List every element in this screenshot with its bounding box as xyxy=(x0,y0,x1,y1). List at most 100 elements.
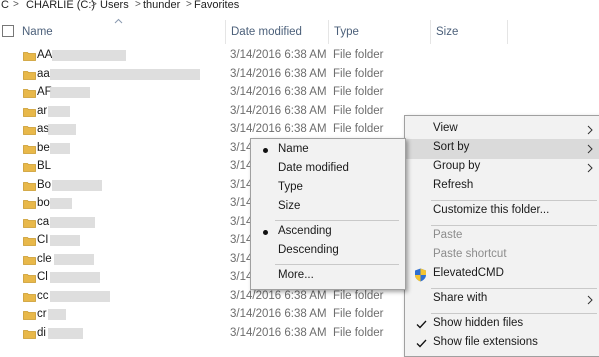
file-date: 3/14/2016 6:38 AM xyxy=(230,49,327,61)
column-header-size[interactable]: Size xyxy=(436,26,458,38)
file-type: File folder xyxy=(333,104,384,117)
menu-separator xyxy=(431,288,597,289)
sort-option-descending[interactable]: Descending xyxy=(251,242,405,262)
menu-item-label: Show hidden files xyxy=(433,317,524,329)
folder-icon xyxy=(23,311,36,320)
sort-option-date-modified[interactable]: Date modified xyxy=(251,160,405,180)
sort-option-size[interactable]: Size xyxy=(251,198,405,218)
breadcrumb-item-drive[interactable]: CHARLIE (C:) xyxy=(26,0,95,11)
file-type: File folder xyxy=(333,326,384,339)
redacted-name-blur xyxy=(50,216,95,228)
menu-item-label: Show file extensions xyxy=(433,336,538,348)
menu-item-view[interactable]: View xyxy=(405,120,599,140)
redacted-name-blur xyxy=(50,235,80,246)
menu-item-group-by[interactable]: Group by xyxy=(405,158,599,178)
folder-icon xyxy=(23,52,36,61)
chevron-right-icon[interactable]: > xyxy=(13,0,19,10)
folder-icon xyxy=(23,163,36,172)
sort-option-type[interactable]: Type xyxy=(251,179,405,199)
chevron-right-icon[interactable]: > xyxy=(91,0,97,10)
folder-icon xyxy=(23,107,36,117)
menu-item-refresh[interactable]: Refresh xyxy=(405,177,599,197)
breadcrumb-item-thunder[interactable]: thunder xyxy=(143,0,180,11)
menu-item-show-file-extensions[interactable]: Show file extensions xyxy=(405,334,599,354)
file-date: 3/14/2016 6:38 AM xyxy=(230,308,327,320)
menu-item-label: Sort by xyxy=(433,141,470,153)
menu-item-customize-folder[interactable]: Customize this folder... xyxy=(405,202,599,222)
menu-item-show-hidden-files[interactable]: Show hidden files xyxy=(405,315,599,335)
menu-item-label: Ascending xyxy=(278,225,332,237)
file-name: ar xyxy=(37,104,48,117)
column-header-name[interactable]: Name xyxy=(22,26,53,38)
menu-separator xyxy=(431,313,597,314)
chevron-right-icon xyxy=(587,295,593,305)
menu-item-label: Descending xyxy=(278,244,339,256)
sort-ascending-icon xyxy=(114,18,123,24)
redacted-name-blur xyxy=(48,124,76,135)
redacted-name-blur xyxy=(50,272,100,283)
redacted-name-blur xyxy=(48,327,83,339)
chevron-right-icon[interactable]: > xyxy=(135,0,141,10)
table-row[interactable]: aa 3/14/2016 6:38 AM File folder xyxy=(0,66,599,85)
file-name: Cl xyxy=(37,271,48,283)
sort-by-submenu: Name Date modified Type Size Ascending D… xyxy=(250,138,406,290)
menu-item-label: Type xyxy=(278,181,303,193)
column-header-date-modified[interactable]: Date modified xyxy=(231,26,302,38)
redacted-name-blur xyxy=(50,142,70,154)
redacted-name-blur xyxy=(50,87,90,98)
menu-item-share-with[interactable]: Share with xyxy=(405,290,599,310)
file-date: 3/14/2016 6:38 AM xyxy=(230,86,327,98)
file-name: cle xyxy=(37,252,52,265)
redacted-name-blur xyxy=(50,68,200,80)
column-divider[interactable] xyxy=(225,20,226,44)
column-divider[interactable] xyxy=(328,20,329,44)
folder-icon xyxy=(23,126,36,135)
column-divider[interactable] xyxy=(430,20,431,44)
file-name: cc xyxy=(37,289,49,302)
menu-item-label: View xyxy=(433,122,458,134)
chevron-right-icon xyxy=(587,125,593,135)
file-name: di xyxy=(37,326,46,339)
breadcrumb-item-favorites[interactable]: Favorites xyxy=(194,0,239,11)
column-header-type[interactable]: Type xyxy=(334,26,359,38)
menu-item-sort-by[interactable]: Sort by xyxy=(405,139,599,159)
menu-item-label: Size xyxy=(278,200,301,212)
radio-bullet-icon xyxy=(263,230,268,235)
radio-bullet-icon xyxy=(263,148,268,153)
breadcrumb-item-users[interactable]: Users xyxy=(100,0,129,11)
menu-item-label: Customize this folder... xyxy=(433,204,550,216)
folder-icon xyxy=(23,274,36,283)
sort-option-more[interactable]: More... xyxy=(251,267,405,287)
menu-item-label: Refresh xyxy=(433,179,474,191)
file-type: File folder xyxy=(333,49,384,61)
file-name: be xyxy=(37,141,50,154)
folder-icon xyxy=(23,89,36,98)
menu-separator xyxy=(431,225,597,226)
table-row[interactable]: AA 3/14/2016 6:38 AM File folder xyxy=(0,47,599,66)
file-name: cr xyxy=(37,308,47,320)
table-row[interactable]: AF 3/14/2016 6:38 AM File folder xyxy=(0,84,599,103)
checkmark-icon xyxy=(416,320,427,329)
file-type: File folder xyxy=(333,289,384,302)
menu-item-elevated-cmd[interactable]: ElevatedCMD xyxy=(405,265,599,285)
select-all-checkbox[interactable] xyxy=(2,25,14,37)
file-name: BL xyxy=(37,160,52,172)
file-date: 3/14/2016 6:38 AM xyxy=(230,326,327,339)
context-menu: View Sort by Group by Refresh Customize … xyxy=(404,115,599,357)
breadcrumb-item-c[interactable]: C xyxy=(1,0,9,11)
file-type: File folder xyxy=(333,308,384,320)
chevron-right-icon[interactable]: > xyxy=(186,0,192,10)
file-date: 3/14/2016 6:38 AM xyxy=(230,123,327,135)
file-date: 3/14/2016 6:38 AM xyxy=(230,104,327,117)
menu-item-paste[interactable]: Paste xyxy=(405,227,599,247)
file-type: File folder xyxy=(333,86,384,98)
redacted-name-blur xyxy=(50,198,72,209)
sort-option-ascending[interactable]: Ascending xyxy=(251,223,405,243)
uac-shield-icon xyxy=(415,268,426,282)
sort-option-name[interactable]: Name xyxy=(251,141,405,161)
file-name: AA xyxy=(37,49,53,61)
column-divider[interactable] xyxy=(507,20,508,44)
column-header: Name Date modified Type Size xyxy=(0,18,599,44)
menu-item-paste-shortcut[interactable]: Paste shortcut xyxy=(405,246,599,266)
menu-separator xyxy=(275,220,399,221)
